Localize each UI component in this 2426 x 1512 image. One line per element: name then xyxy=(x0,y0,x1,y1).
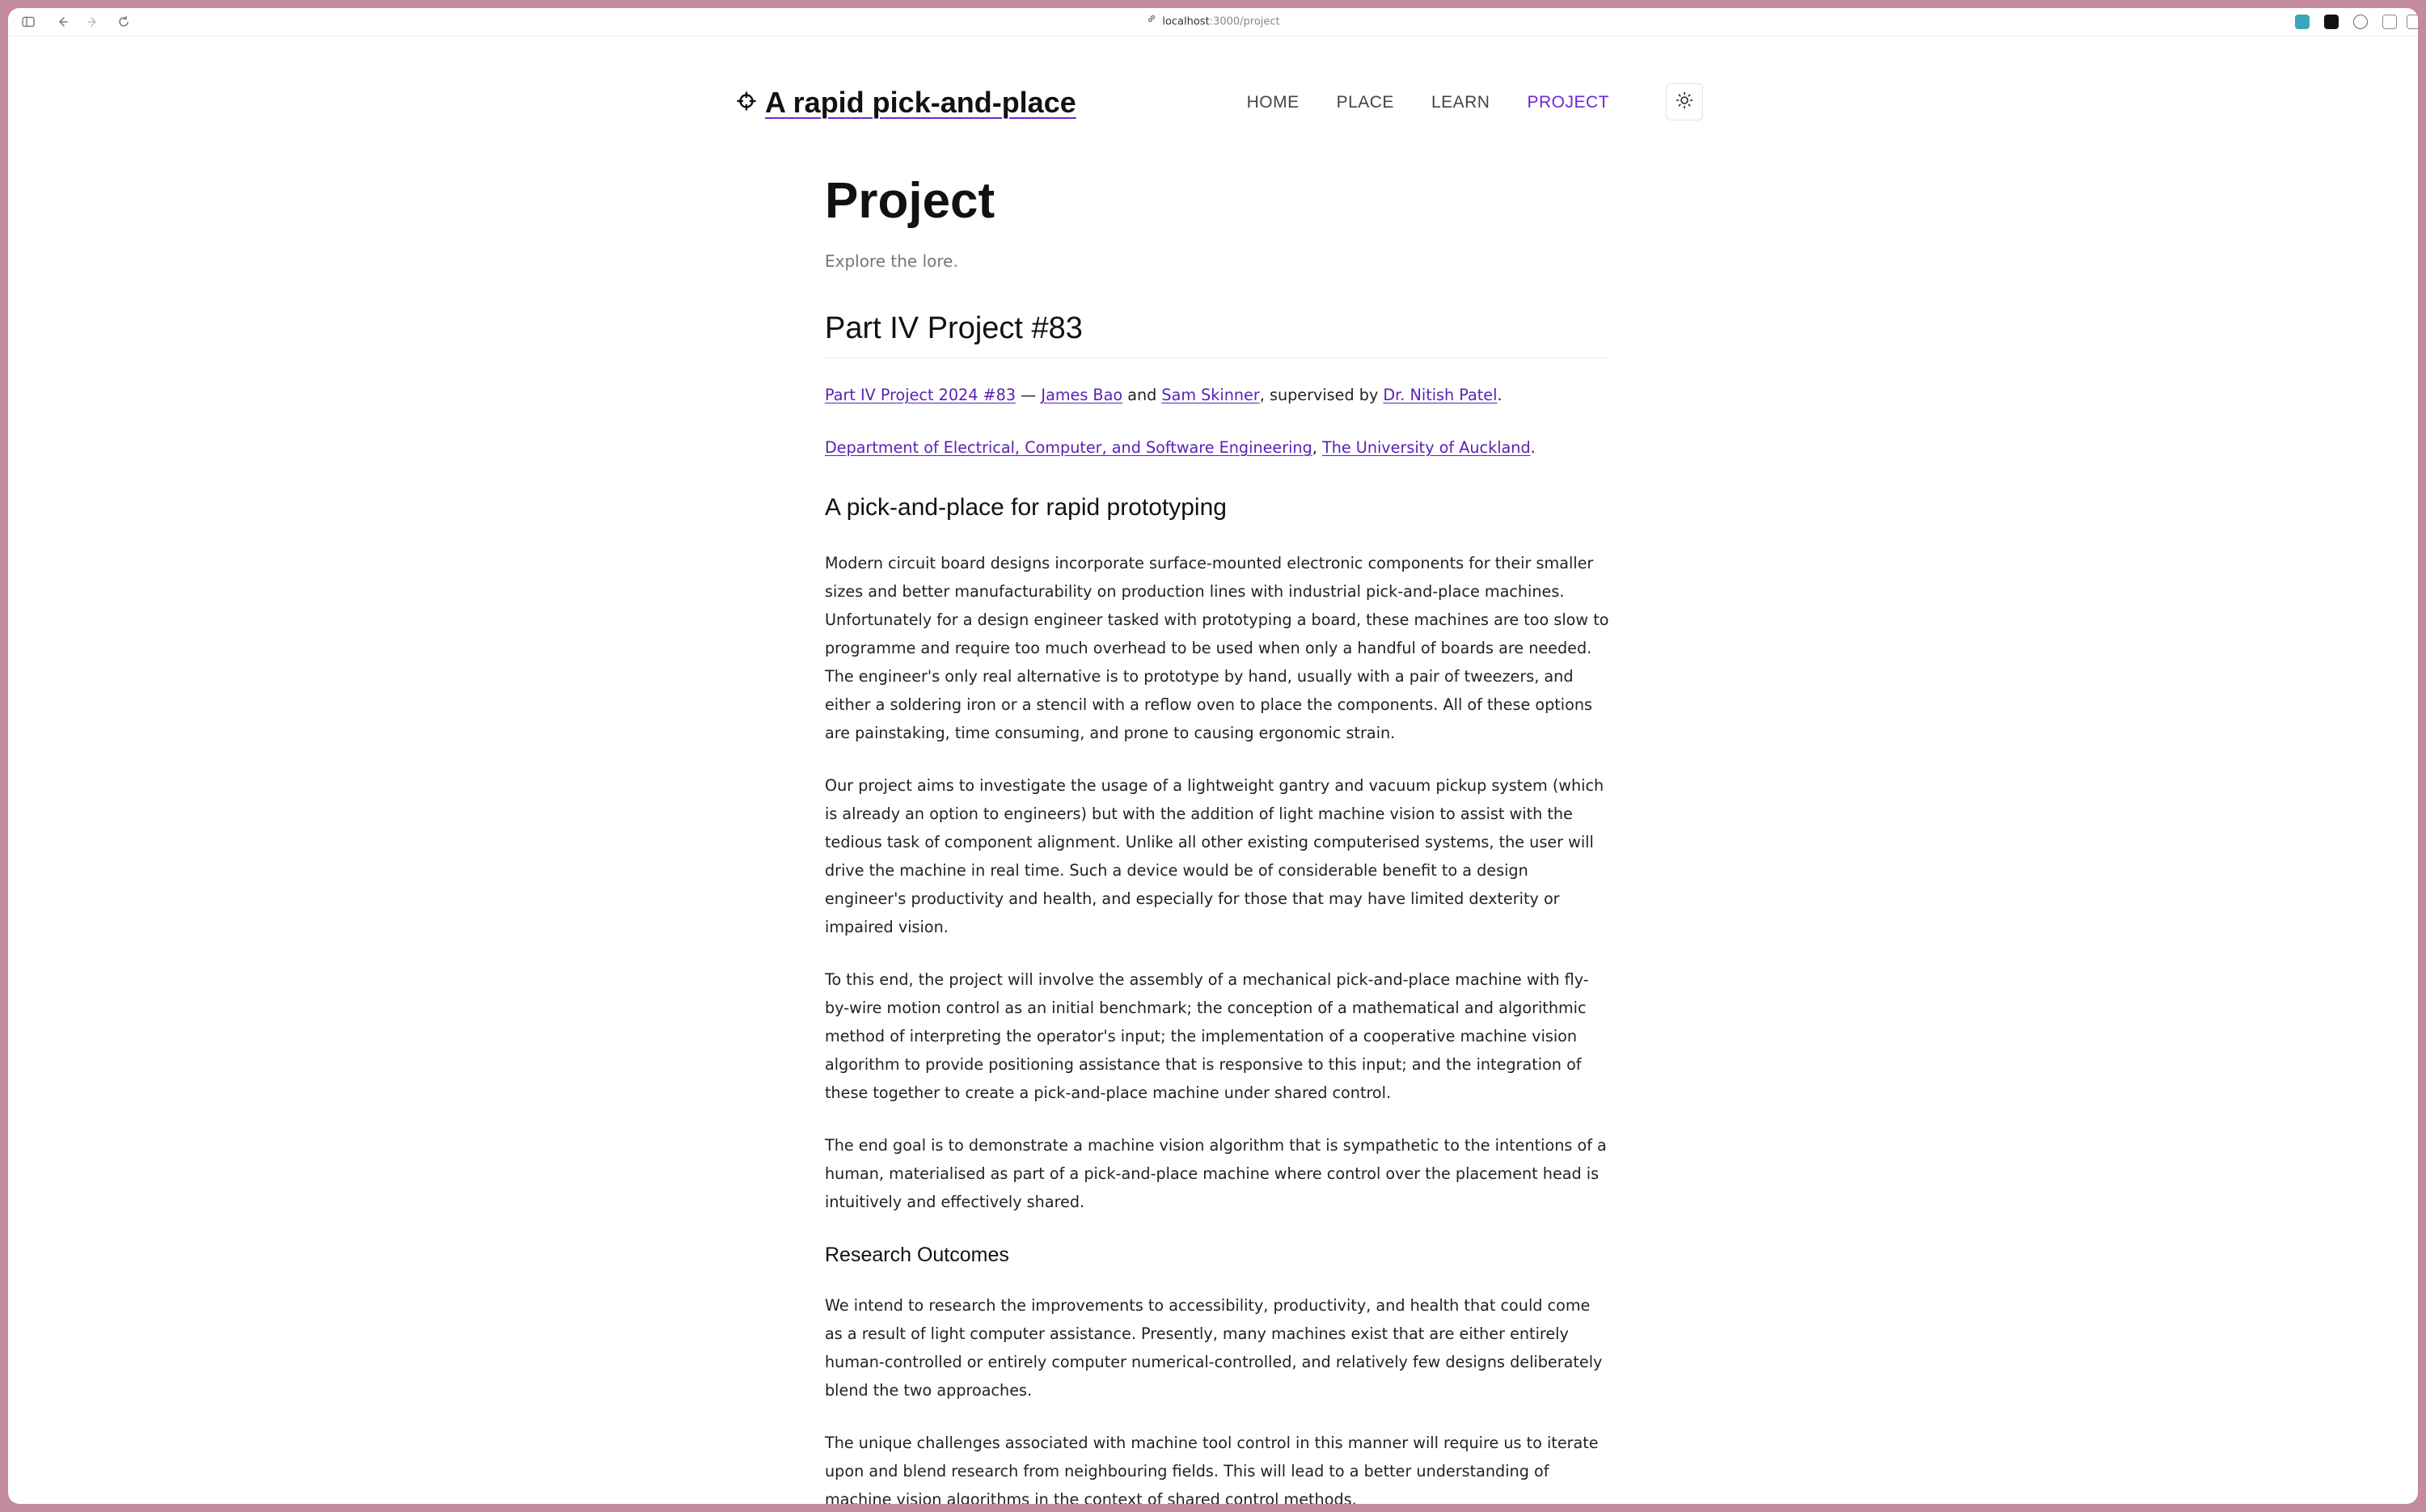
nav-home[interactable]: HOME xyxy=(1247,93,1300,112)
period-text: . xyxy=(1497,386,1503,405)
department-link[interactable]: Department of Electrical, Computer, and … xyxy=(825,438,1312,457)
paragraph: Our project aims to investigate the usag… xyxy=(825,776,1604,937)
nav-place[interactable]: PLACE xyxy=(1337,93,1394,112)
paragraph: We intend to research the improvements t… xyxy=(825,1296,1603,1400)
extension-icon[interactable] xyxy=(2295,15,2310,29)
theme-toggle-button[interactable] xyxy=(1666,83,1703,120)
browser-window: localhost:3000/project A rapid pick-and-… xyxy=(8,8,2418,1504)
project-meta: Part IV Project 2024 #83 — James Bao and… xyxy=(825,381,1609,409)
page-subtitle: Explore the lore. xyxy=(825,251,958,272)
link-icon xyxy=(1146,13,1157,31)
browser-toolbar: localhost:3000/project xyxy=(8,8,2418,36)
paragraph: The end goal is to demonstrate a machine… xyxy=(825,1136,1607,1212)
split-view-icon[interactable] xyxy=(2407,15,2418,29)
url-host: localhost xyxy=(1162,15,1210,28)
main-content: Project Explore the lore. Part IV Projec… xyxy=(825,173,1609,1504)
heading-research-outcomes: Research Outcomes xyxy=(825,1244,1009,1267)
paragraph: To this end, the project will involve th… xyxy=(825,970,1589,1103)
terminal-extension-icon[interactable] xyxy=(2324,15,2339,29)
webpage: A rapid pick-and-place HOME PLACE LEARN … xyxy=(8,36,2418,1504)
university-link[interactable]: The University of Auckland xyxy=(1322,438,1531,457)
nav-project[interactable]: PROJECT xyxy=(1527,93,1609,112)
paragraph: The unique challenges associated with ma… xyxy=(825,1434,1599,1504)
author-link-james-bao[interactable]: James Bao xyxy=(1041,386,1122,404)
page-title: Project xyxy=(825,173,995,229)
sun-icon xyxy=(1676,91,1693,112)
section-title: Part IV Project #83 xyxy=(825,311,1609,359)
dash-text: — xyxy=(1016,386,1042,405)
address-bar[interactable]: localhost:3000/project xyxy=(8,13,2418,31)
affiliation: Department of Electrical, Computer, and … xyxy=(825,433,1609,462)
and-text: and xyxy=(1122,386,1162,405)
site-header: A rapid pick-and-place HOME PLACE LEARN … xyxy=(736,78,1722,127)
paragraph: Modern circuit board designs incorporate… xyxy=(825,554,1609,743)
main-nav: HOME PLACE LEARN PROJECT xyxy=(1247,78,1609,127)
author-link-sam-skinner[interactable]: Sam Skinner xyxy=(1161,386,1259,404)
site-title[interactable]: A rapid pick-and-place xyxy=(765,86,1076,120)
comma-text: , xyxy=(1312,438,1322,458)
supervised-by-text: , supervised by xyxy=(1259,386,1384,405)
brand[interactable]: A rapid pick-and-place xyxy=(736,78,1076,127)
supervisor-link[interactable]: Dr. Nitish Patel xyxy=(1383,386,1497,404)
tabs-overview-icon[interactable] xyxy=(2382,15,2397,29)
project-link[interactable]: Part IV Project 2024 #83 xyxy=(825,386,1016,404)
crosshair-icon xyxy=(736,91,757,115)
url-path: :3000/project xyxy=(1209,15,1280,28)
profile-icon[interactable] xyxy=(2353,15,2368,29)
period-text-2: . xyxy=(1530,438,1536,458)
nav-learn[interactable]: LEARN xyxy=(1431,93,1490,112)
heading-pick-and-place: A pick-and-place for rapid prototyping xyxy=(825,494,1227,522)
